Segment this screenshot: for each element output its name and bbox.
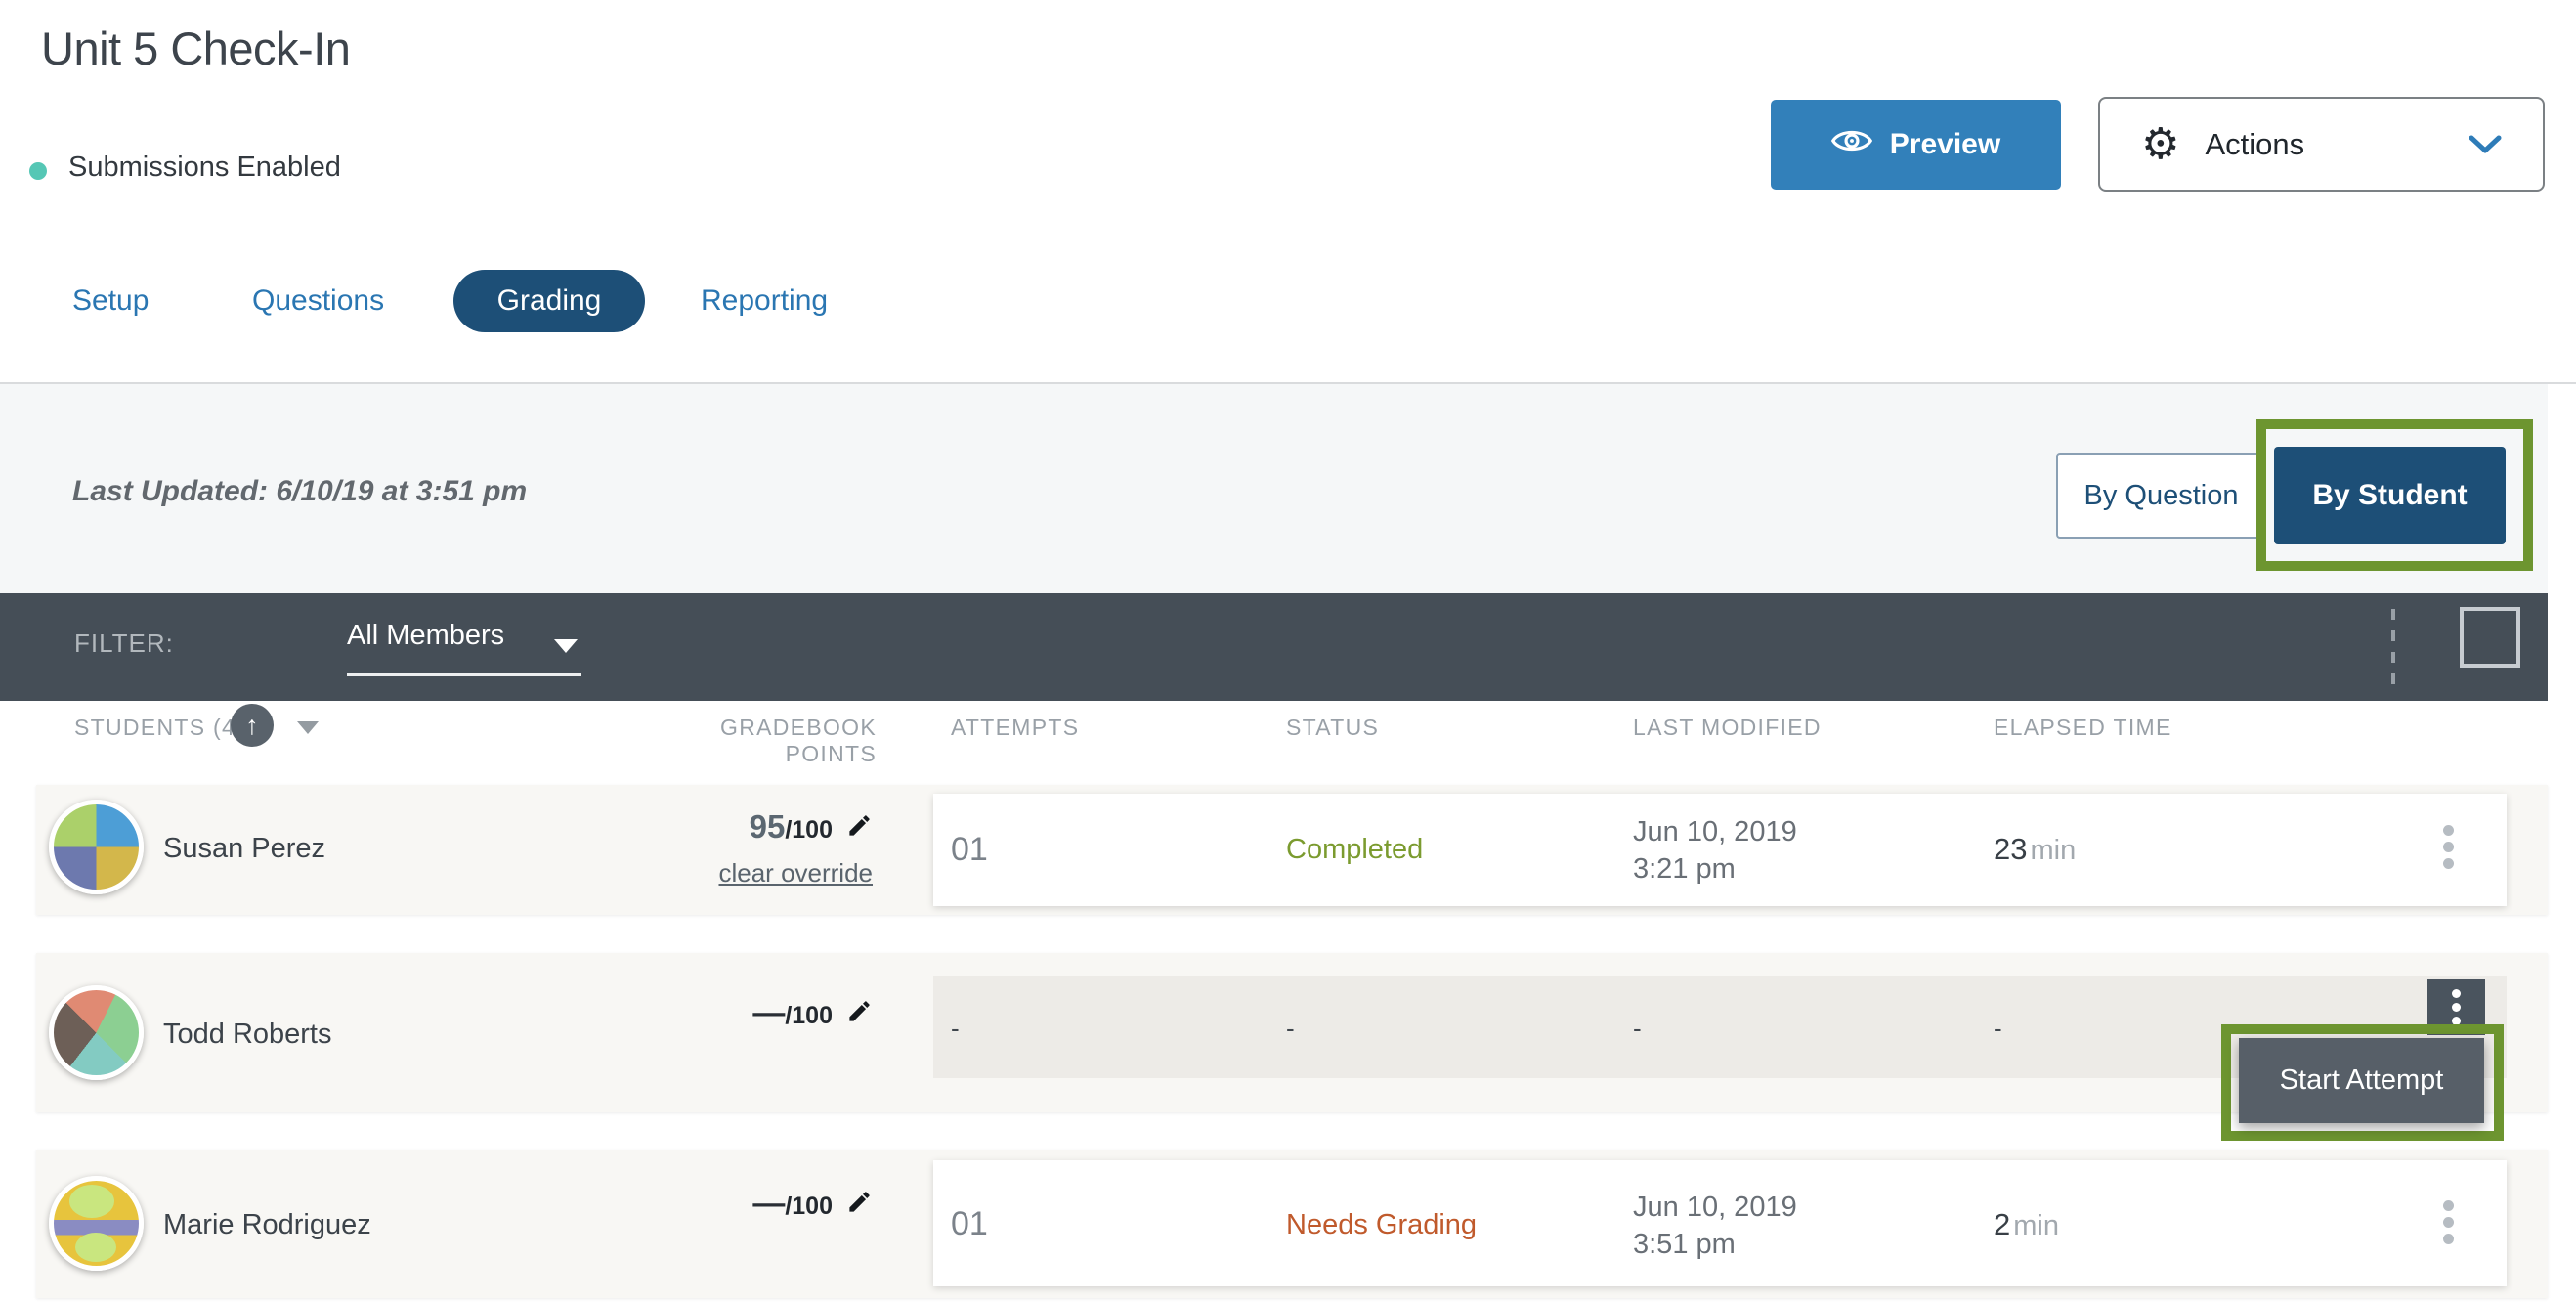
filter-label: FILTER:: [74, 629, 174, 659]
column-header-elapsed-time: ELAPSED TIME: [1994, 715, 2172, 741]
students-count-header: STUDENTS (4): [74, 715, 244, 741]
sort-ascending-button[interactable]: ↑: [231, 704, 274, 747]
modified-date: Jun 10, 2019: [1633, 1189, 1797, 1226]
filter-bar-divider: [2391, 609, 2395, 687]
points-max: /100: [785, 1193, 833, 1221]
elapsed-time: 23 min: [1994, 832, 2076, 867]
eye-icon: [1831, 126, 1872, 163]
attempt-number: -: [951, 1014, 960, 1044]
submissions-enabled-dot: [29, 162, 47, 180]
status-badge: Completed: [1286, 834, 1423, 866]
modified-time: 3:51 pm: [1633, 1226, 1797, 1263]
gradebook-points: — /100: [547, 1185, 873, 1222]
edit-points-icon[interactable]: [846, 812, 873, 844]
edit-points-icon[interactable]: [846, 1189, 873, 1220]
by-student-toggle[interactable]: By Student: [2274, 447, 2506, 544]
gradebook-points: — /100: [547, 994, 873, 1031]
chevron-down-icon: [2469, 127, 2502, 162]
row-menu-icon[interactable]: [2439, 821, 2458, 873]
attempt-number: 01: [951, 1205, 988, 1243]
attempt-number: 01: [951, 831, 988, 869]
column-header-attempts: ATTEMPTS: [951, 715, 1079, 741]
caret-down-icon: [554, 639, 578, 653]
gradebook-points: 95 /100: [547, 808, 873, 846]
tab-questions[interactable]: Questions: [252, 284, 384, 318]
row-menu-icon[interactable]: [2439, 1196, 2458, 1248]
sort-options-caret-icon[interactable]: [297, 721, 319, 734]
members-filter-dropdown[interactable]: All Members: [347, 618, 581, 676]
start-attempt-menu-item[interactable]: Start Attempt: [2239, 1038, 2484, 1123]
column-header-gradebook-points: GRADEBOOK POINTS: [625, 715, 877, 767]
points-max: /100: [785, 1002, 833, 1030]
column-header-last-modified: LAST MODIFIED: [1633, 715, 1822, 741]
elapsed-time: 2 min: [1994, 1207, 2059, 1242]
avatar: [49, 985, 144, 1080]
modified-date: Jun 10, 2019: [1633, 813, 1797, 850]
column-header-status: STATUS: [1286, 715, 1379, 741]
student-name: Susan Perez: [163, 833, 325, 865]
grading-page: Unit 5 Check-In Submissions Enabled Prev…: [0, 0, 2576, 1302]
tab-setup[interactable]: Setup: [72, 284, 149, 318]
preview-button[interactable]: Preview: [1771, 100, 2061, 190]
student-name: Todd Roberts: [163, 1019, 332, 1051]
avatar: [49, 800, 144, 894]
points-value: —: [752, 1185, 785, 1222]
by-question-toggle[interactable]: By Question: [2056, 453, 2266, 539]
preview-label: Preview: [1890, 128, 2000, 161]
last-updated-text: Last Updated: 6/10/19 at 3:51 pm: [72, 475, 527, 508]
expand-toggle-box[interactable]: [2460, 607, 2520, 668]
members-filter-value: All Members: [347, 620, 504, 652]
last-modified: -: [1633, 1014, 1642, 1044]
page-title: Unit 5 Check-In: [41, 22, 350, 75]
status-badge: -: [1286, 1014, 1295, 1044]
submissions-status: Submissions Enabled: [68, 152, 341, 184]
gear-icon: ⚙: [2141, 123, 2179, 166]
actions-button[interactable]: ⚙ Actions: [2098, 97, 2545, 192]
tab-grading[interactable]: Grading: [453, 270, 645, 332]
edit-points-icon[interactable]: [846, 998, 873, 1029]
row-menu-button-open[interactable]: [2427, 979, 2485, 1035]
points-value: —: [752, 994, 785, 1031]
last-modified: Jun 10, 2019 3:21 pm: [1633, 813, 1797, 888]
student-name: Marie Rodriguez: [163, 1209, 371, 1241]
modified-time: 3:21 pm: [1633, 850, 1797, 888]
arrow-up-icon: ↑: [245, 711, 259, 741]
elapsed-time: -: [1994, 1014, 2002, 1044]
points-value: 95: [750, 808, 786, 846]
status-badge: Needs Grading: [1286, 1209, 1477, 1241]
points-max: /100: [785, 816, 833, 845]
avatar: [49, 1176, 144, 1271]
clear-override-link[interactable]: clear override: [547, 858, 873, 889]
actions-label: Actions: [2205, 127, 2304, 162]
last-modified: Jun 10, 2019 3:51 pm: [1633, 1189, 1797, 1263]
tab-reporting[interactable]: Reporting: [701, 284, 828, 318]
